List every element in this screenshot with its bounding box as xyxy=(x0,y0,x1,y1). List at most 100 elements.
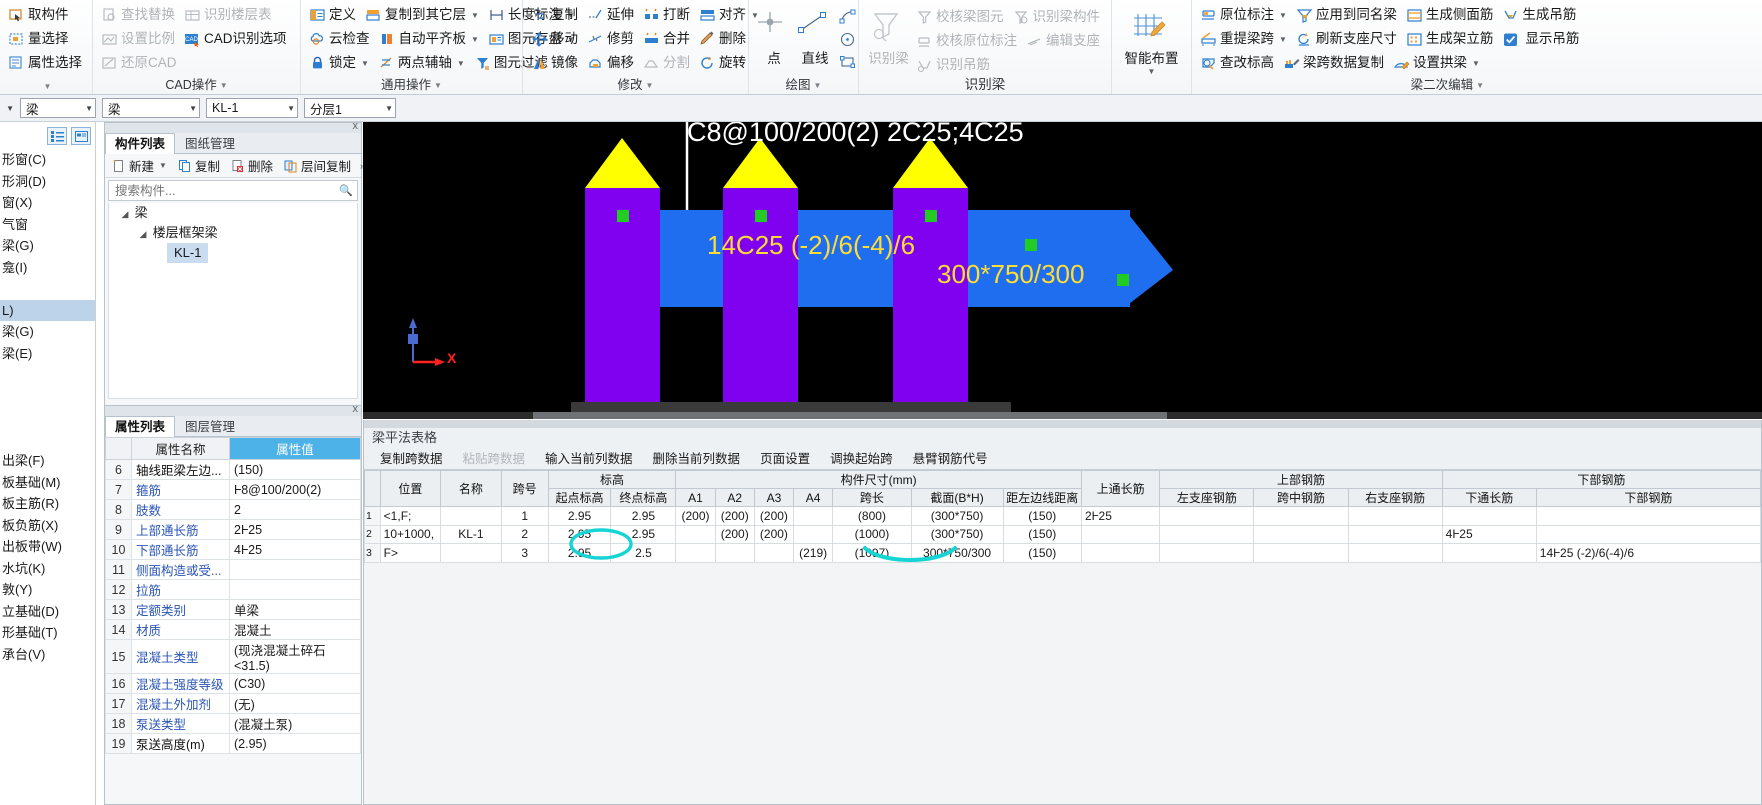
chevron-down-icon[interactable]: ▼ xyxy=(281,104,295,113)
ribbon-item-set-arch-beam[interactable]: 设置拱梁 ▼ xyxy=(1390,52,1486,74)
delete-component-button[interactable]: 删除 xyxy=(226,155,278,176)
chevron-down-icon[interactable]: ▼ xyxy=(457,59,465,68)
grid-cell-bottom-through-bar[interactable] xyxy=(1441,543,1537,563)
ribbon-item-apply-to-same-name-beam[interactable]: 应用到同名梁 xyxy=(1293,4,1403,26)
draw-tool-circle[interactable] xyxy=(836,28,859,50)
grid-cell-a4[interactable] xyxy=(793,524,834,544)
grid-cell-left-support-bar[interactable] xyxy=(1159,543,1255,563)
expand-triangle-icon[interactable]: ◢ xyxy=(137,224,149,244)
grid-cell-right-support-bar[interactable] xyxy=(1347,524,1443,544)
tab-layer-management[interactable]: 图层管理 xyxy=(175,416,245,436)
grid-cell-a3[interactable]: (200) xyxy=(753,506,795,526)
chevron-down-icon[interactable]: ▼ xyxy=(183,104,197,113)
ribbon-item-recognize-beam-component[interactable]: 识别梁构件 xyxy=(1010,6,1107,28)
ribbon-item-auto-align-slab[interactable]: 自动平齐板 ▼ xyxy=(376,28,485,50)
grid-cell-span-length[interactable]: (800) xyxy=(832,506,912,526)
category-combo-prefix[interactable]: ▼ xyxy=(0,98,14,118)
grid-cell-section[interactable]: 300*750/300 xyxy=(910,543,1004,563)
grid-cell-position[interactable]: F> xyxy=(379,543,442,563)
grid-cell-bottom-bar[interactable] xyxy=(1535,524,1762,544)
ribbon-item-generate-erection-bar[interactable]: 生成架立筋 xyxy=(1403,28,1500,50)
property-row-value[interactable]: 单梁 xyxy=(229,599,361,620)
ribbon-item-delete[interactable]: 删除 xyxy=(696,28,752,50)
component-combo[interactable]: KL-1 ▼ xyxy=(206,98,298,118)
ribbon-item-refresh-support-size[interactable]: 刷新支座尺寸 xyxy=(1293,28,1403,50)
property-row-value[interactable]: (混凝土泵) xyxy=(229,713,361,734)
ribbon-item-split[interactable]: 分割 xyxy=(640,52,696,74)
ribbon-item-pick-component[interactable]: 取构件 xyxy=(5,4,75,26)
property-row[interactable]: 8 肢数 2 xyxy=(105,499,361,520)
ribbon-item-generate-hanger-bar[interactable]: 生成吊筋 xyxy=(1499,4,1582,26)
grid-cell-a1[interactable]: (200) xyxy=(675,506,716,526)
cantilever-bar-code-button[interactable]: 悬臂钢筋代号 xyxy=(903,448,998,470)
chevron-down-icon[interactable]: ▼ xyxy=(220,81,228,90)
grid-cell-name[interactable] xyxy=(440,543,502,563)
chevron-down-icon[interactable]: ▼ xyxy=(1148,67,1156,76)
grid-cell-edge-distance[interactable]: (150) xyxy=(1002,524,1082,544)
grid-cell-start-elevation[interactable]: 2.95 xyxy=(547,524,612,544)
tab-component-list[interactable]: 构件列表 xyxy=(105,133,176,154)
chevron-down-icon[interactable]: ▼ xyxy=(1279,35,1287,44)
ribbon-item-cloud-check[interactable]: 云检查 xyxy=(306,28,376,50)
property-row-value[interactable]: (无) xyxy=(229,693,361,714)
ribbon-item-show-hanger-bar[interactable]: 显示吊筋 xyxy=(1499,28,1585,50)
copy-component-button[interactable]: 复制 xyxy=(173,155,225,176)
sidebar-item-14[interactable]: 出梁(F) xyxy=(0,450,95,472)
chevron-down-icon[interactable]: ▼ xyxy=(471,11,479,20)
sidebar-item-17[interactable]: 板负筋(X) xyxy=(0,515,95,537)
sidebar-item-20[interactable]: 敦(Y) xyxy=(0,579,95,601)
tab-property-list[interactable]: 属性列表 xyxy=(105,416,176,437)
grid-cell-right-support-bar[interactable] xyxy=(1347,543,1443,563)
chevron-down-icon[interactable]: ▼ xyxy=(361,59,369,68)
grid-cell-position[interactable]: 10+1000, xyxy=(379,524,442,544)
chevron-down-icon[interactable]: ▼ xyxy=(79,104,93,113)
property-row-value[interactable]: (150) xyxy=(229,459,361,480)
ribbon-item-edit-support[interactable]: 编辑支座 xyxy=(1023,30,1106,52)
draw-tool-arc[interactable] xyxy=(836,5,859,27)
grid-cell-name[interactable]: KL-1 xyxy=(440,524,502,544)
grid-cell-span-no[interactable]: 3 xyxy=(500,543,549,563)
grid-cell-edge-distance[interactable]: (150) xyxy=(1002,506,1082,526)
close-icon[interactable]: x xyxy=(353,120,359,132)
canvas-horizontal-scrollbar[interactable] xyxy=(363,412,1762,419)
property-row[interactable]: 10 下部通长筋 4Ⱶ25 xyxy=(105,539,361,560)
grid-cell-left-support-bar[interactable] xyxy=(1159,506,1255,526)
grid-cell-span-length[interactable]: (1000) xyxy=(832,524,912,544)
ribbon-item-lock[interactable]: 锁定 ▼ xyxy=(306,52,375,74)
ribbon-item-set-scale[interactable]: 设置比例 xyxy=(98,28,181,50)
sidebar-item-4[interactable]: 梁(G) xyxy=(0,235,95,257)
grid-cell-name[interactable] xyxy=(440,506,502,526)
ribbon-item-define[interactable]: 定义 xyxy=(306,4,362,26)
recognize-beam-button[interactable]: 识别梁 xyxy=(864,3,913,73)
property-row[interactable]: 16 混凝土强度等级 (C30) xyxy=(105,673,361,694)
tab-drawing-management[interactable]: 图纸管理 xyxy=(175,133,245,153)
ribbon-item-copy[interactable]: 复制 xyxy=(528,4,584,26)
property-row-value[interactable]: 2Ⱶ25 xyxy=(229,519,361,540)
category-combo[interactable]: 梁 ▼ xyxy=(20,98,96,118)
property-row[interactable]: 13 定额类别 单梁 xyxy=(105,599,361,620)
page-setup-button[interactable]: 页面设置 xyxy=(750,448,820,470)
ribbon-item-insitu-annotation[interactable]: 原位标注 ▼ xyxy=(1197,4,1293,26)
grid-cell-top-through-bar[interactable] xyxy=(1080,543,1161,563)
layer-combo[interactable]: 分层1 ▼ xyxy=(304,98,396,118)
property-row-value[interactable]: (2.95) xyxy=(229,733,361,754)
grid-cell-section[interactable]: (300*750) xyxy=(910,524,1004,544)
grid-cell-section[interactable]: (300*750) xyxy=(910,506,1004,526)
sidebar-item-18[interactable]: 出板带(W) xyxy=(0,536,95,558)
ribbon-item-check-insitu-annotation[interactable]: 校核原位标注 xyxy=(913,30,1023,52)
scrollbar-thumb[interactable] xyxy=(533,412,1167,419)
detail-view-button[interactable] xyxy=(71,127,91,145)
ribbon-item-extend[interactable]: 延伸 xyxy=(584,4,640,26)
grid-cell-start-elevation[interactable]: 2.95 xyxy=(547,506,612,526)
ribbon-item-check-modify-elevation[interactable]: 查改标高 xyxy=(1197,52,1280,74)
ribbon-item-offset[interactable]: 偏移 xyxy=(584,52,640,74)
ribbon-item-two-point-aux-axis[interactable]: 两点辅轴 ▼ xyxy=(375,52,471,74)
grid-cell-end-elevation[interactable]: 2.95 xyxy=(610,506,677,526)
grid-cell-a4[interactable]: (219) xyxy=(793,543,834,563)
chevron-down-icon[interactable]: ▼ xyxy=(0,104,14,113)
ribbon-item-recognize-floor-table[interactable]: 识别楼层表 xyxy=(181,4,278,26)
ribbon-item-copy-to-other-floor[interactable]: 复制到其它层 ▼ xyxy=(362,4,485,26)
ribbon-item-cad-recognize-options[interactable]: CAD CAD识别选项 xyxy=(181,28,293,50)
chevron-down-icon[interactable]: ▼ xyxy=(379,104,393,113)
grid-cell-bottom-bar[interactable]: 14Ⱶ25 (-2)/6(-4)/6 xyxy=(1535,543,1762,563)
